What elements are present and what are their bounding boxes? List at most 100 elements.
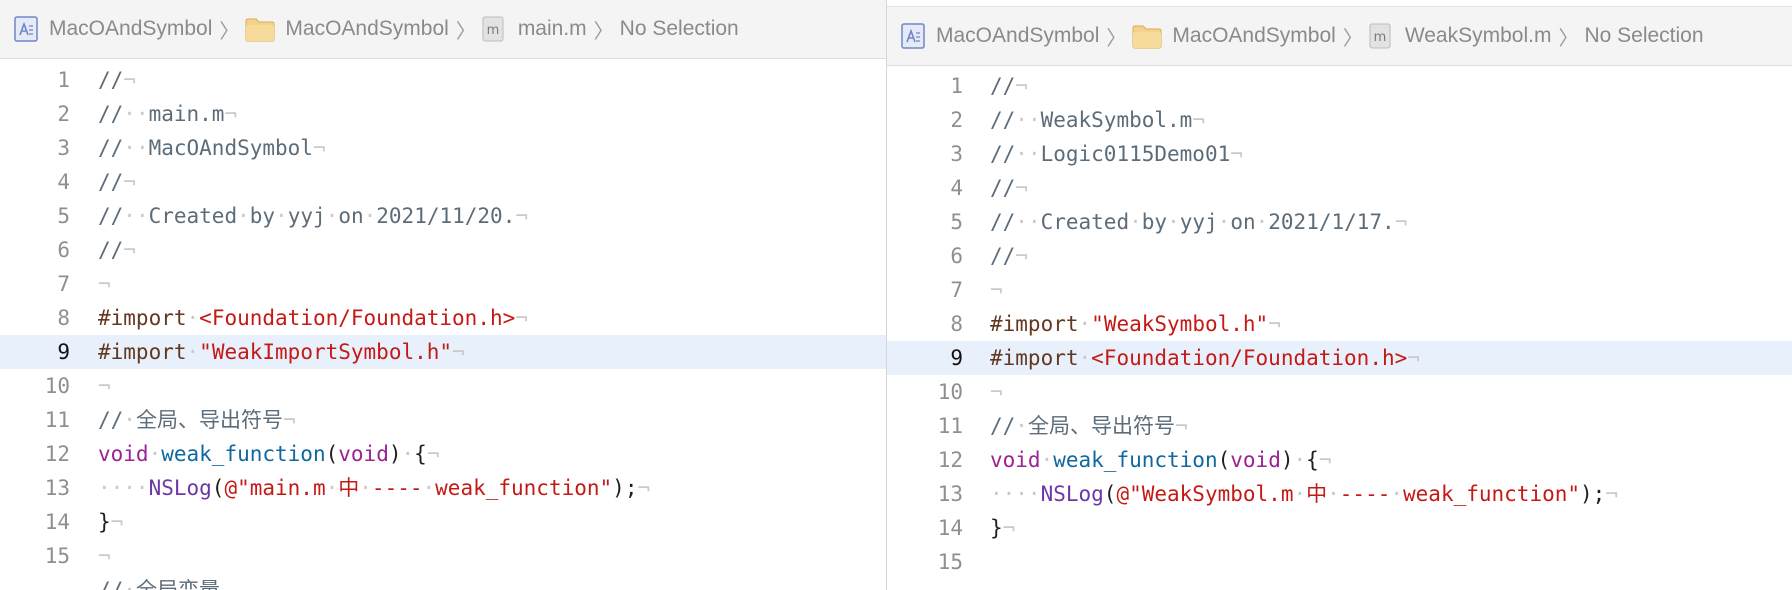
code-token: ¬ [1192, 108, 1205, 132]
folder-icon [1132, 23, 1162, 49]
code-token: ·· [1015, 142, 1041, 166]
code-token: ) [388, 442, 402, 466]
code-line-current[interactable]: 9 #import·<Foundation/Foundation.h>¬ [887, 341, 1792, 375]
code-token: · [359, 476, 372, 500]
line-text: //··MacOAndSymbol¬ [98, 131, 326, 165]
code-token: #import [990, 346, 1079, 370]
breadcrumb-folder[interactable]: MacOAndSymbol [1132, 23, 1336, 49]
code-line[interactable]: 7 ¬ [0, 267, 886, 301]
line-text: //¬ [98, 63, 136, 97]
chevron-right-icon: 〉 [455, 20, 476, 43]
code-token: · [1078, 312, 1092, 336]
breadcrumb-file[interactable]: m main.m [482, 16, 587, 42]
code-line[interactable]: 3 //··Logic0115Demo01¬ [887, 137, 1792, 171]
code-token: ¬ [98, 272, 111, 296]
code-token: void [1230, 448, 1281, 472]
code-token: ( [1103, 482, 1117, 506]
line-number: 4 [950, 176, 963, 200]
code-token: // [98, 238, 124, 262]
line-number: 15 [44, 544, 70, 568]
right-editor-pane[interactable]: MacOAndSymbol 〉 MacOAndSymbol 〉 m WeakSy… [886, 0, 1792, 590]
code-token: · [186, 340, 200, 364]
code-token: · [422, 476, 436, 500]
chevron-right-icon: 〉 [1558, 27, 1579, 50]
line-number: 5 [57, 204, 70, 228]
code-line[interactable]: 13 ····NSLog(@"WeakSymbol.m·中·----·weak_f… [887, 477, 1792, 511]
code-line[interactable]: 6 //¬ [887, 239, 1792, 273]
code-token: ¬ [990, 278, 1003, 302]
code-token: ¬ [224, 102, 238, 126]
code-token: void [98, 442, 149, 466]
line-text: //¬ [990, 69, 1028, 103]
code-line[interactable]: //·全局变量 [0, 573, 886, 590]
breadcrumb-selection[interactable]: No Selection [1584, 24, 1703, 48]
code-line[interactable]: 4 //¬ [0, 165, 886, 199]
code-token: · [237, 204, 250, 228]
code-line[interactable]: 13 ····NSLog(@"main.m·中·----·weak_functio… [0, 471, 886, 505]
line-text: #import·"WeakSymbol.h"¬ [990, 307, 1281, 341]
code-token: "WeakImportSymbol.h" [199, 340, 453, 364]
code-line[interactable]: 14}¬ [0, 505, 886, 539]
code-token: // [98, 136, 124, 160]
code-token: · [1040, 448, 1054, 472]
code-token: "WeakSymbol.h" [1091, 312, 1269, 336]
code-token: // [98, 204, 124, 228]
line-number: 11 [44, 408, 70, 432]
code-line[interactable]: 10 ¬ [887, 375, 1792, 409]
code-line[interactable]: 4 //¬ [887, 171, 1792, 205]
code-token: ( [325, 442, 339, 466]
left-editor-pane[interactable]: MacOAndSymbol 〉 MacOAndSymbol 〉 m main.m… [0, 0, 886, 590]
code-token: · [186, 306, 200, 330]
line-number: 10 [44, 374, 70, 398]
code-line[interactable]: 2 //··main.m¬ [0, 97, 886, 131]
line-number: 6 [950, 244, 963, 268]
line-text: //·全局变量 [98, 573, 220, 590]
breadcrumb-project[interactable]: MacOAndSymbol [14, 16, 212, 42]
xcodeproj-icon [901, 23, 925, 49]
code-line[interactable]: 8 #import·"WeakSymbol.h"¬ [887, 307, 1792, 341]
line-number: 2 [950, 108, 963, 132]
code-line-current[interactable]: 9 #import·"WeakImportSymbol.h"¬ [0, 335, 886, 369]
code-token: } [98, 510, 111, 534]
code-line[interactable]: 12 void·weak_function(void)·{¬ [887, 443, 1792, 477]
code-token: ¬ [515, 204, 528, 228]
breadcrumb-project[interactable]: MacOAndSymbol [901, 23, 1099, 49]
breadcrumb-folder[interactable]: MacOAndSymbol [245, 16, 449, 42]
code-line[interactable]: 1 //¬ [887, 69, 1792, 103]
code-line[interactable]: 11 //·全局、导出符号¬ [0, 403, 886, 437]
code-line[interactable]: 7 ¬ [887, 273, 1792, 307]
code-token: NSLog [1040, 482, 1104, 506]
code-line[interactable]: 3 //··MacOAndSymbol¬ [0, 131, 886, 165]
code-token: ¬ [1015, 176, 1028, 200]
code-line[interactable]: 1 //¬ [0, 63, 886, 97]
code-token: ¬ [123, 68, 136, 92]
code-line[interactable]: 6 //¬ [0, 233, 886, 267]
breadcrumb-file[interactable]: m WeakSymbol.m [1369, 23, 1551, 49]
code-token: · [363, 204, 377, 228]
jump-bar: MacOAndSymbol 〉 MacOAndSymbol 〉 m WeakSy… [887, 6, 1792, 66]
code-token: <Foundation/Foundation.h> [199, 306, 516, 330]
code-line[interactable]: 15 [887, 545, 1792, 579]
code-token: ¬ [990, 380, 1003, 404]
line-number: 3 [57, 136, 70, 160]
code-line[interactable]: 5//··Created·by·yyj·on·2021/1/17.¬ [887, 205, 1792, 239]
code-line[interactable]: 15 ¬ [0, 539, 886, 573]
code-line[interactable]: 8 #import·<Foundation/Foundation.h>¬ [0, 301, 886, 335]
code-editor[interactable]: 1//¬ 2//··main.m¬ 3 //··MacOAndSymbol¬ 4//¬ 5… [0, 63, 886, 590]
line-text: //··Logic0115Demo01¬ [990, 137, 1243, 171]
line-number: 15 [937, 550, 963, 574]
code-line[interactable]: 10 ¬ [0, 369, 886, 403]
code-line[interactable]: 14}¬ [887, 511, 1792, 545]
line-number: 9 [57, 340, 70, 364]
code-line[interactable]: 12 void·weak_function(void)·{¬ [0, 437, 886, 471]
code-token: · [148, 442, 162, 466]
line-number: 6 [57, 238, 70, 262]
line-text: }¬ [98, 505, 123, 539]
code-line[interactable]: 5//··Created·by·yyj·on·2021/11/20.¬ [0, 199, 886, 233]
code-editor[interactable]: 1//¬ 2//··WeakSymbol.m¬ 3//··Logic0115Demo… [887, 69, 1792, 579]
code-line[interactable]: 11 //·全局、导出符号¬ [887, 409, 1792, 443]
line-number: 13 [44, 476, 70, 500]
line-number: 12 [937, 448, 963, 472]
breadcrumb-selection[interactable]: No Selection [620, 17, 739, 41]
code-line[interactable]: 2 //··WeakSymbol.m¬ [887, 103, 1792, 137]
